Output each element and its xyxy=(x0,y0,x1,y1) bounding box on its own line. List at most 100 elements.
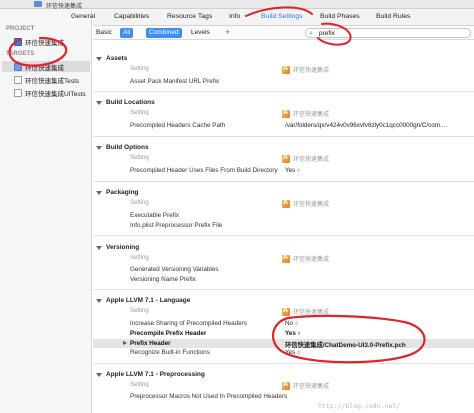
app-target-icon xyxy=(282,109,290,118)
target-item-app[interactable]: 环信快速集成 xyxy=(2,61,90,72)
target-label: 环信快速集成Tests xyxy=(25,77,80,85)
tab-general[interactable]: General xyxy=(71,13,95,20)
section-packaging[interactable]: Packaging xyxy=(93,187,474,198)
disclosure-triangle-icon[interactable] xyxy=(96,56,102,61)
value-precompile-prefix-header[interactable]: Yes ◊ xyxy=(285,330,300,337)
editor-tab-bar: General Capabilities Resource Tags Info … xyxy=(71,9,474,26)
popup-arrow-icon: ◊ xyxy=(297,168,300,174)
app-target-icon xyxy=(282,154,290,163)
row-disclosure-icon[interactable] xyxy=(123,341,127,345)
tab-resource-tags[interactable]: Resource Tags xyxy=(167,13,212,20)
disclosure-triangle-icon[interactable] xyxy=(96,298,102,303)
setting-preprocessor-macros-not-used-in-pch[interactable]: Preprocessor Macros Not Used In Precompi… xyxy=(130,393,287,400)
section-title: Apple LLVM 7.1 - Language xyxy=(106,297,191,304)
setting-precompiled-headers-cache-path[interactable]: Precompiled Headers Cache Path xyxy=(130,122,225,129)
setting-pch-uses-build-directory[interactable]: Precompiled Header Uses Files From Build… xyxy=(130,167,278,174)
section-title: Apple LLVM 7.1 - Preprocessing xyxy=(106,371,205,378)
section-title: Versioning xyxy=(106,244,140,251)
setting-asset-pack-manifest-url-prefix[interactable]: Asset Pack Manifest URL Prefix xyxy=(130,78,219,85)
column-header-setting: Setting xyxy=(130,155,149,161)
window-title-bar: 环信快速集成 xyxy=(0,0,474,10)
column-header-target: 环信快速集成 xyxy=(282,65,329,74)
section-divider xyxy=(93,181,474,182)
popup-arrow-icon: ◊ xyxy=(295,321,298,327)
column-header-setting: Setting xyxy=(130,110,149,116)
value-prefix-header[interactable]: 环信快速集成/ChatDemo-UI3.0-Prefix.pch xyxy=(285,340,406,349)
section-divider xyxy=(93,289,474,290)
column-header-target: 环信快速集成 xyxy=(282,381,329,390)
column-header-target: 环信快速集成 xyxy=(282,307,329,316)
section-assets[interactable]: Assets xyxy=(93,53,474,64)
value-pch-uses-build-directory[interactable]: Yes ◊ xyxy=(285,167,300,174)
column-header-setting: Setting xyxy=(130,200,149,206)
section-title: Build Options xyxy=(106,144,149,151)
tab-build-phases[interactable]: Build Phases xyxy=(320,13,360,20)
setting-recognize-builtin-functions[interactable]: Recognize Built-in Functions xyxy=(130,349,210,356)
value-precompiled-headers-cache-path[interactable]: /var/folders/qx/v424v0v96xvfv6zly0c1qcc0… xyxy=(285,122,447,129)
search-icon: ⌕ xyxy=(309,30,313,37)
section-title: Assets xyxy=(106,55,128,62)
project-item[interactable]: 环信快速集成 xyxy=(14,36,64,47)
section-divider xyxy=(93,136,474,137)
section-build-options[interactable]: Build Options xyxy=(93,142,474,153)
target-item-uitests[interactable]: 环信快速集成UITests xyxy=(14,87,86,98)
disclosure-triangle-icon[interactable] xyxy=(96,100,102,105)
test-target-icon xyxy=(14,88,22,97)
app-target-icon xyxy=(282,381,290,390)
disclosure-triangle-icon[interactable] xyxy=(96,145,102,150)
tab-build-settings[interactable]: Build Settings xyxy=(261,13,303,20)
section-build-locations[interactable]: Build Locations xyxy=(93,97,474,108)
column-header-setting: Setting xyxy=(130,66,149,72)
value-recognize-builtin-functions[interactable]: Yes ◊ xyxy=(285,349,300,356)
app-target-icon xyxy=(282,307,290,316)
section-versioning[interactable]: Versioning xyxy=(93,242,474,253)
add-setting-button[interactable]: + xyxy=(225,27,230,37)
setting-prefix-header[interactable]: Prefix Header xyxy=(130,340,171,347)
all-filter-button[interactable]: All xyxy=(120,28,134,38)
column-header-target: 环信快速集成 xyxy=(282,154,329,163)
section-divider xyxy=(93,235,474,236)
section-title: Packaging xyxy=(106,189,139,196)
setting-precompile-prefix-header[interactable]: Precompile Prefix Header xyxy=(130,330,206,337)
tab-info[interactable]: Info xyxy=(229,13,240,20)
project-item-label: 环信快速集成 xyxy=(25,39,64,47)
setting-generated-versioning-variables[interactable]: Generated Versioning Variables xyxy=(130,266,218,273)
search-field[interactable]: ⌕ prefix xyxy=(305,28,471,38)
search-input[interactable]: prefix xyxy=(319,30,335,37)
disclosure-triangle-icon[interactable] xyxy=(96,372,102,377)
app-target-icon xyxy=(14,62,22,71)
section-divider xyxy=(93,363,474,364)
app-target-icon xyxy=(282,199,290,208)
project-icon xyxy=(14,37,22,46)
setting-info-plist-preprocessor-prefix-file[interactable]: Info.plist Preprocessor Prefix File xyxy=(130,222,222,229)
value-increase-sharing-pch[interactable]: No ◊ xyxy=(285,320,298,327)
section-llvm-preprocessing[interactable]: Apple LLVM 7.1 - Preprocessing xyxy=(93,369,474,380)
target-item-tests[interactable]: 环信快速集成Tests xyxy=(14,74,79,85)
section-title: Build Locations xyxy=(106,99,155,106)
setting-increase-sharing-pch[interactable]: Increase Sharing of Precompiled Headers xyxy=(130,320,247,327)
project-navigator: PROJECT 环信快速集成 TARGETS 环信快速集成 环信快速集成Test… xyxy=(0,9,92,413)
column-header-setting: Setting xyxy=(130,308,149,314)
setting-versioning-name-prefix[interactable]: Versioning Name Prefix xyxy=(130,276,196,283)
disclosure-triangle-icon[interactable] xyxy=(96,245,102,250)
column-header-target: 环信快速集成 xyxy=(282,199,329,208)
project-header: PROJECT xyxy=(6,26,35,32)
build-settings-filter-bar: Basic All Combined Levels + ⌕ prefix xyxy=(93,26,474,40)
app-target-icon xyxy=(282,254,290,263)
levels-view-button[interactable]: Levels xyxy=(188,28,213,38)
column-header-target: 环信快速集成 xyxy=(282,109,329,118)
combined-view-button[interactable]: Combined xyxy=(146,28,182,38)
basic-filter-button[interactable]: Basic xyxy=(93,28,115,38)
column-header-setting: Setting xyxy=(130,382,149,388)
tab-capabilities[interactable]: Capabilities xyxy=(114,13,149,20)
section-llvm-language[interactable]: Apple LLVM 7.1 - Language xyxy=(93,295,474,306)
tab-build-rules[interactable]: Build Rules xyxy=(376,13,410,20)
popup-arrow-icon: ◊ xyxy=(297,331,301,337)
section-divider xyxy=(93,91,474,92)
app-target-icon xyxy=(282,65,290,74)
disclosure-triangle-icon[interactable] xyxy=(96,190,102,195)
setting-executable-prefix[interactable]: Executable Prefix xyxy=(130,212,179,219)
targets-header: TARGETS xyxy=(6,51,35,57)
target-label: 环信快速集成UITests xyxy=(25,90,86,98)
popup-arrow-icon: ◊ xyxy=(297,350,300,356)
